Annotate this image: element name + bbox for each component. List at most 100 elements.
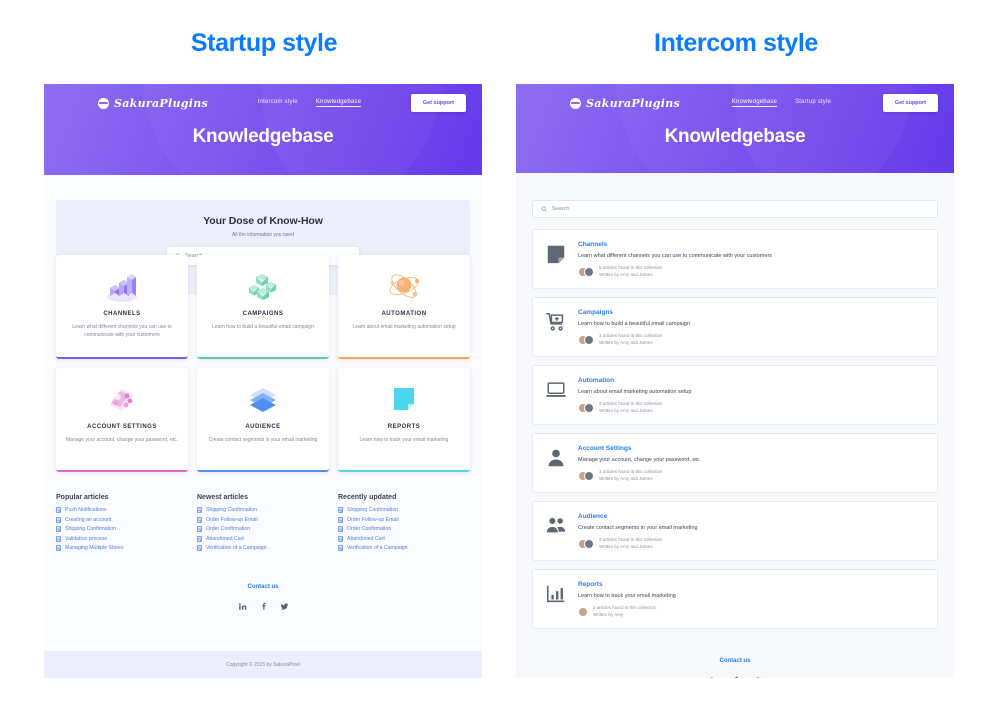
facebook-icon[interactable] — [731, 676, 740, 678]
nav-link-knowledgebase[interactable]: Knowledgebase — [315, 99, 362, 107]
linkedin-icon[interactable] — [710, 676, 719, 678]
article-icon — [338, 516, 343, 523]
list-item[interactable]: Managing Multiple Stores — [56, 545, 188, 551]
article-count: 3 articles found in this collection — [599, 401, 663, 407]
article-link[interactable]: Order Confirmation — [206, 526, 250, 532]
article-link[interactable]: Push Notifications — [65, 507, 107, 513]
list-item[interactable]: Verification of a Campaign — [197, 545, 329, 551]
collection-title[interactable]: Channels — [578, 241, 925, 248]
avatar — [584, 470, 594, 481]
get-support-button[interactable]: Get support — [882, 94, 938, 112]
contact-us-link[interactable]: Contact us — [719, 658, 750, 664]
collection-authors: Written by Amy and James — [599, 339, 653, 345]
collection-title[interactable]: Reports — [578, 581, 925, 588]
collection-audience[interactable]: Audience Create contact segments in your… — [532, 501, 938, 562]
collection-title[interactable]: Audience — [578, 513, 925, 520]
collection-title[interactable]: Campaigns — [578, 309, 925, 316]
card-automation[interactable]: AUTOMATION Learn about email marketing a… — [338, 255, 470, 359]
collection-meta: 3 articles found in this collection Writ… — [578, 333, 925, 346]
card-campaigns[interactable]: CAMPAIGNS Learn how to build a beautiful… — [197, 255, 329, 359]
card-audience[interactable]: AUDIENCE Create contact segments in your… — [197, 368, 329, 472]
article-icon — [338, 526, 343, 532]
article-link[interactable]: Shipping Confirmation — [206, 507, 257, 513]
avatar-group — [578, 334, 594, 345]
list-item[interactable]: Order Follow-up Email — [338, 516, 470, 523]
left-contact-block: Contact us — [44, 575, 482, 611]
intercom-style-mockup: SakuraPlugins Knowledgebase Startup styl… — [516, 84, 954, 678]
right-hero: SakuraPlugins Knowledgebase Startup styl… — [516, 84, 954, 173]
brand-logo[interactable]: SakuraPlugins — [570, 97, 680, 110]
article-icon — [338, 545, 343, 551]
article-link[interactable]: Creating an account — [65, 517, 111, 523]
nav-link-knowledgebase[interactable]: Knowledgebase — [731, 99, 778, 107]
collection-account-settings[interactable]: Account Settings Manage your account, ch… — [532, 433, 938, 494]
article-lists: Popular articles Push Notifications Crea… — [56, 494, 470, 555]
list-item[interactable]: Order Confirmation — [338, 526, 470, 532]
get-support-button[interactable]: Get support — [410, 94, 466, 112]
collection-description: Learn about email marketing automation s… — [578, 389, 692, 396]
card-reports[interactable]: REPORTS Learn how to track your email ma… — [338, 368, 470, 472]
comparison-page: Startup style Intercom style SakuraPlugi… — [0, 0, 1000, 715]
avatar — [584, 538, 594, 549]
collection-reports[interactable]: Reports Learn how to track your email ma… — [532, 569, 938, 630]
list-item[interactable]: Validation process — [56, 535, 188, 542]
list-heading: Recently updated — [338, 494, 397, 501]
card-description: Manage your account, change your passwor… — [65, 437, 178, 443]
linkedin-icon[interactable] — [238, 602, 247, 611]
article-link[interactable]: Validation process — [65, 536, 107, 542]
article-link[interactable]: Shipping Confirmation — [347, 507, 398, 513]
twitter-icon[interactable] — [280, 602, 289, 611]
list-item[interactable]: Order Confirmation — [197, 526, 329, 532]
article-count: 2 articles found in this collection — [593, 605, 657, 611]
list-item[interactable]: Verification of a Campaign — [338, 545, 470, 551]
collection-title[interactable]: Automation — [578, 377, 925, 384]
copyright-bar: Copyright © 2015 by SakuraPixel — [44, 651, 482, 678]
collection-title[interactable]: Account Settings — [578, 445, 925, 452]
collection-meta: 3 articles found in this collection Writ… — [578, 469, 925, 482]
article-link[interactable]: Verification of a Campaign — [206, 545, 267, 551]
list-recently-updated: Recently updated Shipping Confirmation O… — [338, 494, 470, 555]
article-link[interactable]: Shipping Confirmation — [65, 526, 116, 532]
list-item[interactable]: Abandoned Cart — [197, 535, 329, 542]
article-link[interactable]: Order Follow-up Email — [347, 517, 399, 523]
user-settings-3d-icon — [102, 380, 142, 420]
list-item[interactable]: Shipping Confirmation — [197, 507, 329, 513]
article-link[interactable]: Order Follow-up Email — [206, 517, 258, 523]
avatar-group — [578, 402, 594, 413]
knowhow-subtitle: All the information you need — [232, 232, 294, 238]
collection-campaigns[interactable]: Campaigns Learn how to build a beautiful… — [532, 297, 938, 358]
contact-us-link[interactable]: Contact us — [247, 584, 278, 590]
article-link[interactable]: Order Confirmation — [347, 526, 391, 532]
twitter-icon[interactable] — [752, 676, 761, 678]
list-item[interactable]: Creating an account — [56, 516, 188, 523]
card-description: Learn how to build a beautiful email cam… — [212, 324, 314, 330]
article-link[interactable]: Abandoned Cart — [206, 536, 244, 542]
list-item[interactable]: Abandoned Cart — [338, 535, 470, 542]
list-item[interactable]: Order Follow-up Email — [197, 516, 329, 523]
list-item[interactable]: Shipping Confirmation — [338, 507, 470, 513]
list-item[interactable]: Push Notifications — [56, 507, 188, 513]
avatar — [584, 334, 594, 345]
collection-channels[interactable]: Channels Learn what different channels y… — [532, 229, 938, 290]
card-channels[interactable]: CHANNELS Learn what different channels y… — [56, 255, 188, 359]
collection-description: Manage your account, change your passwor… — [578, 457, 702, 464]
article-icon — [197, 545, 202, 551]
brand-logo[interactable]: SakuraPlugins — [98, 97, 208, 110]
facebook-icon[interactable] — [259, 602, 268, 611]
card-account-settings[interactable]: ACCOUNT SETTINGS Manage your account, ch… — [56, 368, 188, 472]
article-link[interactable]: Abandoned Cart — [347, 536, 385, 542]
nav-link-startup-style[interactable]: Startup style — [795, 99, 831, 107]
left-navbar: SakuraPlugins Intercom style Knowledgeba… — [44, 84, 482, 114]
list-item[interactable]: Shipping Confirmation — [56, 526, 188, 532]
avatar — [584, 402, 594, 413]
collection-automation[interactable]: Automation Learn about email marketing a… — [532, 365, 938, 426]
article-link[interactable]: Verification of a Campaign — [347, 545, 408, 551]
article-link[interactable]: Managing Multiple Stores — [65, 545, 124, 551]
article-icon — [338, 507, 343, 513]
collection-body: Campaigns Learn how to build a beautiful… — [578, 308, 925, 346]
nav-link-intercom-style[interactable]: Intercom style — [258, 99, 298, 107]
bar-chart-icon — [546, 585, 565, 603]
collection-meta: 3 articles found in this collection Writ… — [578, 401, 925, 414]
right-search-input[interactable]: Search — [532, 200, 938, 218]
collection-authors: Written by Amy and James — [599, 475, 653, 481]
